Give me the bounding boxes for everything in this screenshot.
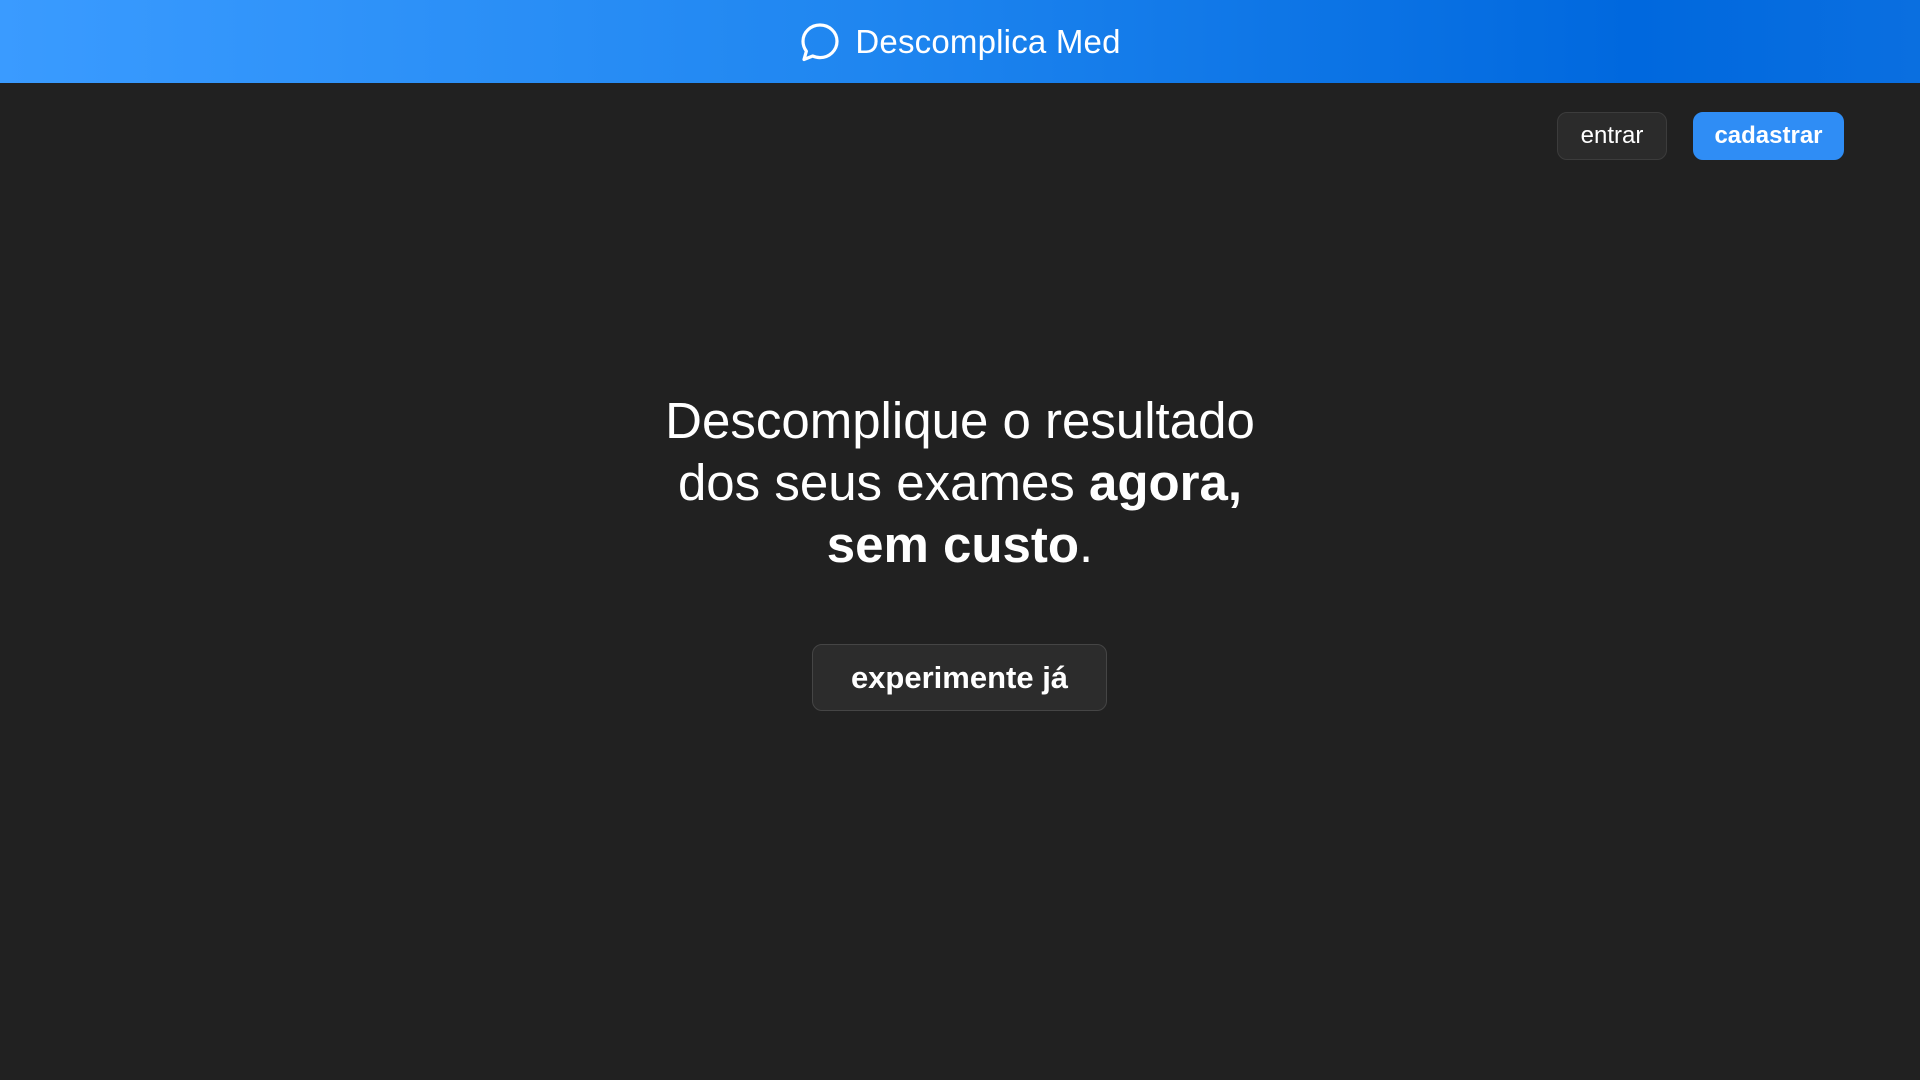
headline-line-2: dos seus exames agora, [0,452,1920,514]
headline-line-2-regular: dos seus exames [677,454,1089,511]
chat-bubble-icon [799,21,841,63]
headline-period: . [1079,516,1094,573]
login-button[interactable]: entrar [1557,112,1667,160]
auth-buttons: entrar cadastrar [1557,112,1844,160]
headline-line-3: sem custo. [0,514,1920,576]
headline-emphasis-sem-custo: sem custo [826,516,1080,573]
signup-button[interactable]: cadastrar [1693,112,1844,160]
brand-name: Descomplica Med [855,22,1121,60]
headline-emphasis-agora: agora, [1088,454,1243,511]
top-bar: Descomplica Med [0,0,1920,83]
hero-headline: Descomplique o resultado dos seus exames… [0,390,1920,576]
headline-line-1: Descomplique o resultado [665,392,1255,449]
brand-logo[interactable]: Descomplica Med [799,21,1120,63]
try-now-button[interactable]: experimente já [812,644,1107,711]
